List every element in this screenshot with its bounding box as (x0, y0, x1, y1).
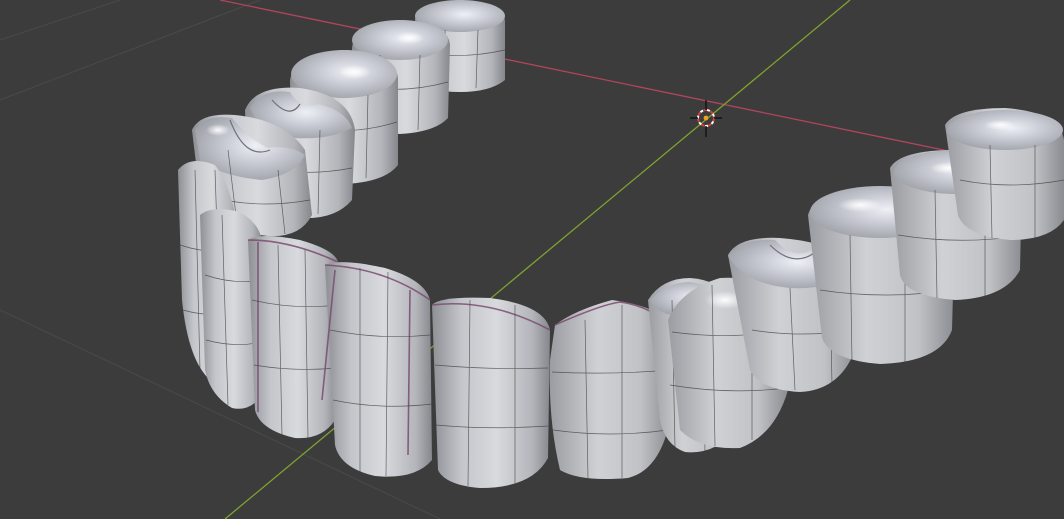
viewport-scene[interactable] (0, 0, 1064, 519)
3d-viewport[interactable] (0, 0, 1064, 519)
tooth-molar-right-3[interactable] (945, 108, 1064, 240)
3d-cursor-icon[interactable] (690, 100, 722, 137)
tooth-incisor-left-1[interactable] (321, 262, 433, 477)
tooth-incisor-central-left[interactable] (431, 297, 551, 488)
tooth-incisor-left-2[interactable] (247, 236, 339, 439)
